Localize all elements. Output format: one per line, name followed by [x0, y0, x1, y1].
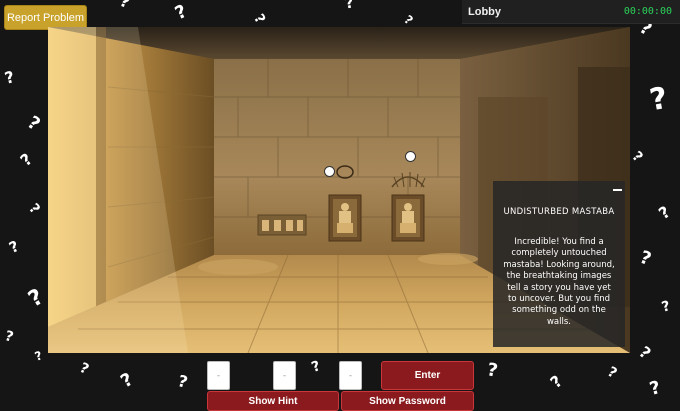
code-digit-input-3[interactable]: -: [339, 361, 362, 390]
minimize-icon[interactable]: [613, 183, 622, 191]
code-digit-input-2[interactable]: -: [273, 361, 296, 390]
hotspot-wall-carving[interactable]: [324, 166, 335, 177]
question-mark-decoration: ?: [660, 298, 673, 316]
question-mark-decoration: ?: [3, 328, 16, 346]
question-mark-decoration: ?: [485, 359, 500, 382]
question-mark-decoration: ?: [655, 202, 674, 224]
hotspot-sun-relief[interactable]: [405, 151, 416, 162]
question-mark-decoration: ?: [76, 360, 92, 378]
question-mark-decoration: ?: [647, 80, 671, 119]
question-mark-decoration: ?: [171, 0, 191, 25]
info-panel: UNDISTURBED MASTABA Incredible! You find…: [493, 181, 625, 347]
question-mark-decoration: ?: [2, 67, 17, 88]
show-hint-button[interactable]: Show Hint: [207, 391, 339, 411]
question-mark-decoration: ?: [343, 0, 356, 13]
question-mark-decoration: ?: [16, 149, 36, 170]
question-mark-decoration: ?: [635, 342, 655, 363]
question-mark-decoration: ?: [32, 348, 45, 364]
question-mark-decoration: ?: [25, 200, 43, 218]
question-mark-decoration: ?: [636, 246, 654, 271]
code-digit-input-1[interactable]: -: [207, 361, 230, 390]
enter-button[interactable]: Enter: [381, 361, 474, 390]
question-mark-decoration: ?: [628, 148, 646, 166]
question-mark-decoration: ?: [546, 371, 566, 392]
question-mark-decoration: ?: [6, 237, 22, 258]
question-mark-decoration: ?: [309, 358, 323, 376]
info-panel-title: UNDISTURBED MASTABA: [503, 207, 615, 217]
question-mark-decoration: ?: [175, 371, 190, 392]
lobby-bar: Lobby 00:00:00: [462, 0, 680, 24]
question-mark-decoration: ?: [401, 12, 416, 28]
lobby-title: Lobby: [468, 6, 501, 18]
question-mark-decoration: ?: [24, 284, 48, 313]
info-panel-text: Incredible! You find a completely untouc…: [503, 237, 615, 327]
show-password-button[interactable]: Show Password: [341, 391, 474, 411]
question-mark-decoration: ?: [647, 377, 663, 401]
question-mark-decoration: ?: [604, 364, 620, 382]
question-mark-decoration: ?: [250, 11, 269, 27]
question-mark-decoration: ?: [117, 368, 137, 393]
question-mark-decoration: ?: [117, 0, 133, 13]
code-digit-placeholder: -: [348, 371, 353, 381]
question-mark-decoration: ?: [23, 111, 44, 136]
code-digit-placeholder: -: [216, 371, 221, 381]
timer: 00:00:00: [623, 6, 672, 17]
code-digit-placeholder: -: [282, 371, 287, 381]
